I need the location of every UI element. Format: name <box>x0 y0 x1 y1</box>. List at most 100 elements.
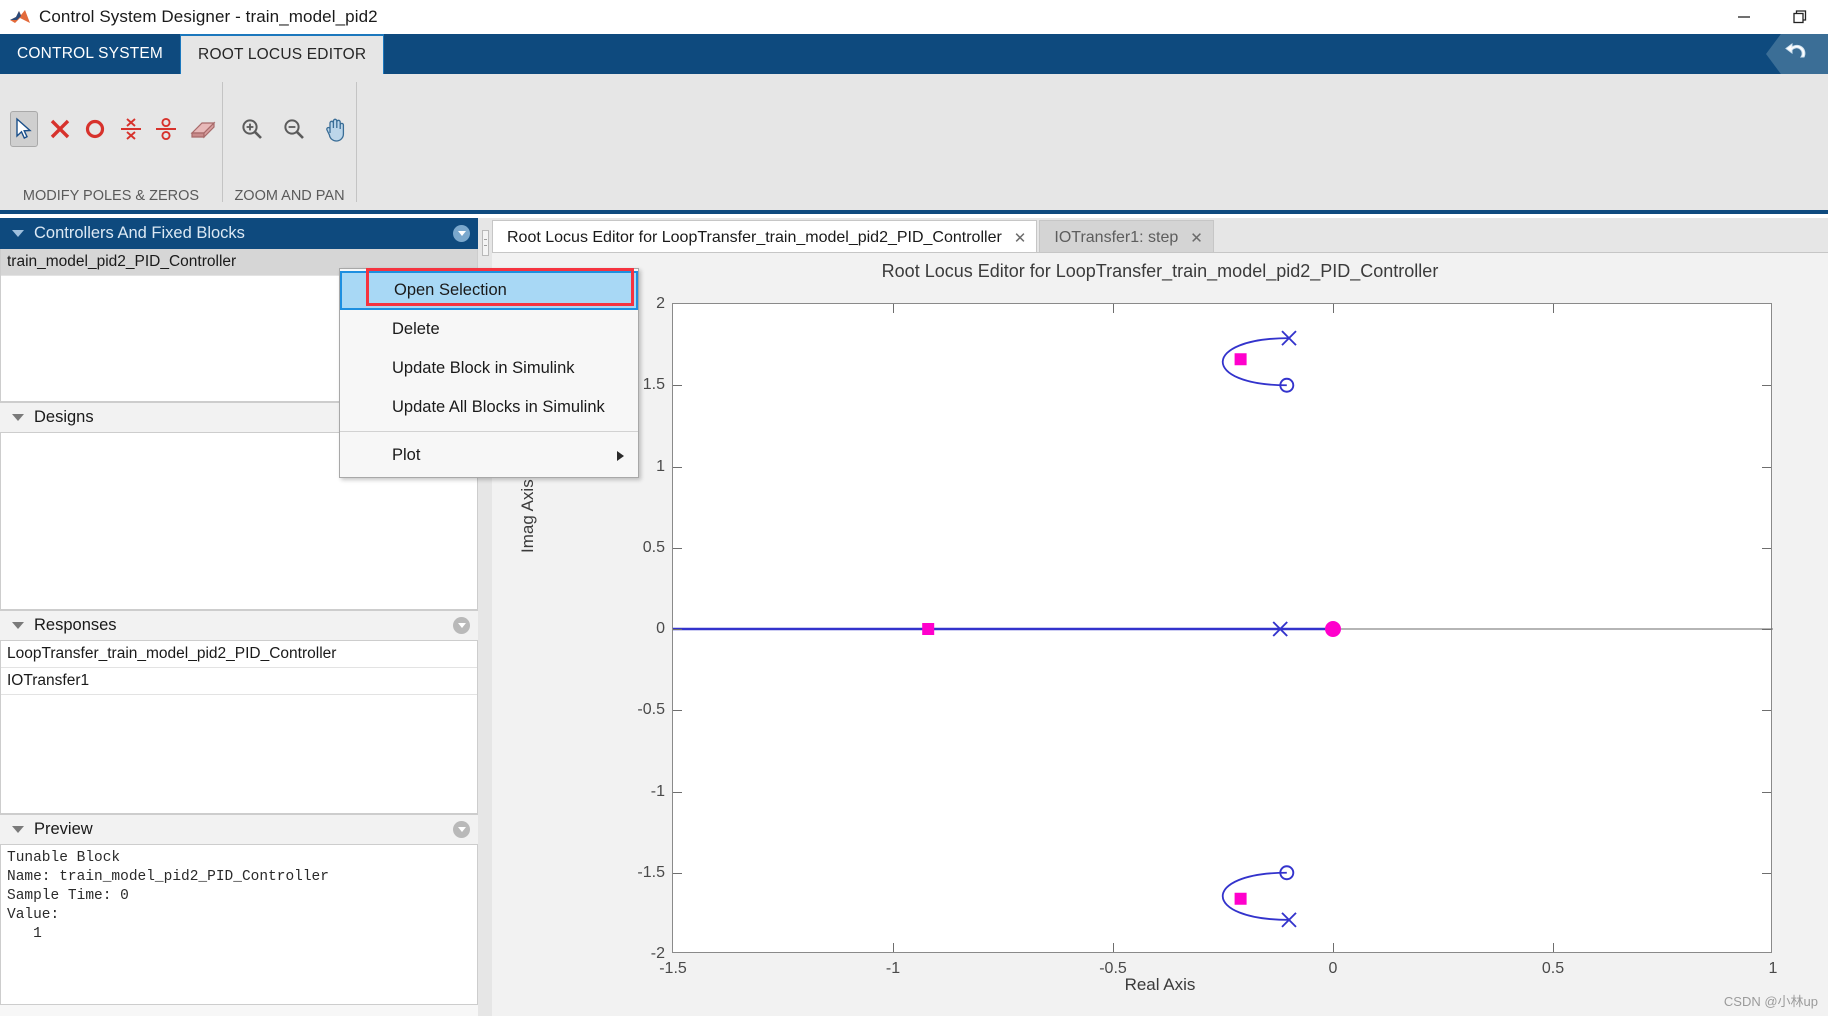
y-axis-tick-mark <box>1762 547 1771 549</box>
menu-item-label: Delete <box>392 320 440 338</box>
menu-separator <box>340 431 638 432</box>
menu-item-plot[interactable]: Plot <box>340 436 638 475</box>
close-icon[interactable]: ✕ <box>1014 229 1027 247</box>
ribbon-toolbar: MODIFY POLES & ZEROS ZOOM AND PAN <box>0 74 1828 214</box>
y-axis-tick-mark <box>1762 791 1771 793</box>
x-axis-tick-label: -0.5 <box>1099 960 1127 977</box>
ribbon-group-zoom-and-pan: ZOOM AND PAN <box>223 74 356 210</box>
window-titlebar: Control System Designer - train_model_pi… <box>0 0 1828 34</box>
y-axis-tick-mark <box>1762 872 1771 874</box>
ribbon-tabstrip: CONTROL SYSTEM ROOT LOCUS EDITOR <box>0 34 1828 74</box>
add-real-pole-icon[interactable] <box>46 111 74 147</box>
x-axis-tick-label: -1 <box>885 960 901 977</box>
menu-item-open-selection[interactable]: Open Selection <box>340 271 638 310</box>
ribbon-group-label-modify: MODIFY POLES & ZEROS <box>22 188 200 204</box>
closed-loop-pole-marker <box>1234 892 1247 905</box>
section-header-controllers[interactable]: Controllers And Fixed Blocks <box>0 218 478 249</box>
pointer-arrow-icon[interactable] <box>10 111 38 147</box>
y-axis-label: Imag Axis <box>518 479 537 553</box>
y-axis-tick-label: -1.5 <box>637 863 665 881</box>
eraser-delete-icon[interactable] <box>188 111 218 147</box>
x-axis-tick-mark <box>1113 304 1114 313</box>
section-title-responses: Responses <box>34 616 117 634</box>
y-axis-tick-mark <box>1762 710 1771 712</box>
y-axis-tick-label: 1.5 <box>642 376 665 394</box>
menu-item-label: Update All Blocks in Simulink <box>392 398 605 416</box>
x-axis-tick-mark <box>893 304 894 313</box>
x-axis-label: Real Axis <box>1124 975 1196 994</box>
closed-loop-pole-marker <box>1234 353 1247 366</box>
integrator-pole-marker <box>1325 621 1341 637</box>
plot-title: Root Locus Editor for LoopTransfer_train… <box>881 261 1439 281</box>
section-header-preview[interactable]: Preview <box>0 814 478 845</box>
collapse-caret-icon[interactable] <box>12 622 24 629</box>
add-complex-zero-pair-icon[interactable] <box>152 111 180 147</box>
y-axis-tick-mark <box>673 385 682 387</box>
x-axis-tick-label: -1.5 <box>659 960 687 977</box>
y-axis-tick-mark <box>673 629 682 630</box>
close-icon[interactable]: ✕ <box>1190 229 1203 247</box>
x-axis-tick-mark <box>1553 943 1554 952</box>
x-axis-tick-mark <box>1333 304 1334 313</box>
x-axis-tick-label: 0.5 <box>1541 960 1565 977</box>
submenu-arrow-icon <box>617 450 624 461</box>
responses-list[interactable]: LoopTransfer_train_model_pid2_PID_Contro… <box>0 641 478 814</box>
zoom-out-icon[interactable] <box>277 111 311 147</box>
y-axis-tick-mark <box>673 710 682 712</box>
ribbon-group-modify-poles-zeros: MODIFY POLES & ZEROS <box>0 74 222 210</box>
tab-root-locus-editor[interactable]: ROOT LOCUS EDITOR <box>180 34 385 74</box>
menu-item-label: Plot <box>392 446 421 464</box>
tab-control-system[interactable]: CONTROL SYSTEM <box>0 34 180 74</box>
ribbon-group-divider-2 <box>356 82 357 202</box>
section-header-responses[interactable]: Responses <box>0 610 478 641</box>
add-complex-pole-pair-icon[interactable] <box>117 111 145 147</box>
closed-loop-pole-marker <box>922 623 935 635</box>
x-axis-tick-label: 0 <box>1328 960 1338 977</box>
menu-item-label: Update Block in Simulink <box>392 359 575 377</box>
add-real-zero-icon[interactable] <box>81 111 109 147</box>
splitter-grip-icon[interactable] <box>482 230 489 256</box>
y-axis-tick-label: 1 <box>656 457 665 475</box>
collapse-caret-icon[interactable] <box>12 826 24 833</box>
y-axis-tick-mark <box>1762 629 1771 630</box>
y-axis-tick-label: -0.5 <box>637 701 665 719</box>
restore-maximize-button[interactable] <box>1772 0 1828 34</box>
y-axis-tick-mark <box>673 791 682 793</box>
y-axis-tick-label: 0.5 <box>642 538 665 556</box>
undo-arrow-icon <box>1783 40 1811 69</box>
y-axis-tick-mark <box>673 466 682 468</box>
document-tabstrip: Root Locus Editor for LoopTransfer_train… <box>492 218 1828 254</box>
zoom-in-icon[interactable] <box>235 111 269 147</box>
section-title-controllers: Controllers And Fixed Blocks <box>34 224 245 242</box>
y-axis-tick-mark <box>1762 466 1771 468</box>
collapse-caret-icon[interactable] <box>12 414 24 421</box>
doc-tab-label: IOTransfer1: step <box>1054 228 1179 246</box>
menu-item-delete[interactable]: Delete <box>340 310 638 349</box>
window-title: Control System Designer - train_model_pi… <box>39 7 378 26</box>
minimize-button[interactable] <box>1716 0 1772 34</box>
y-axis-tick-label: 0 <box>656 620 665 637</box>
collapse-caret-icon[interactable] <box>12 230 24 237</box>
locus-branch <box>1222 337 1290 387</box>
list-item[interactable]: IOTransfer1 <box>1 668 477 695</box>
x-axis-tick-mark <box>893 943 894 952</box>
y-axis-tick-mark <box>1762 385 1771 387</box>
undo-button[interactable] <box>1766 34 1828 74</box>
x-axis-tick-mark <box>1333 943 1334 952</box>
menu-item-update-block-in-simulink[interactable]: Update Block in Simulink <box>340 349 638 388</box>
y-axis-tick-mark <box>673 547 682 549</box>
controllers-menu-icon[interactable] <box>453 225 470 242</box>
pan-hand-icon[interactable] <box>318 111 352 147</box>
preview-menu-icon[interactable] <box>453 821 470 838</box>
context-menu[interactable]: Open Selection Delete Update Block in Simu… <box>339 268 639 478</box>
list-item[interactable]: LoopTransfer_train_model_pid2_PID_Contro… <box>1 641 477 668</box>
plot-axes[interactable]: -2 -1.5 -1 -0.5 0 0.5 1 1.5 2 -1.5 -1 -0.5 0 0.5 1 <box>637 295 1777 977</box>
responses-menu-icon[interactable] <box>453 617 470 634</box>
doc-tab-label: Root Locus Editor for LoopTransfer_train… <box>507 228 1002 246</box>
ribbon-right-area <box>1766 34 1828 74</box>
doc-tab-root-locus[interactable]: Root Locus Editor for LoopTransfer_train… <box>492 220 1038 254</box>
section-title-preview: Preview <box>34 820 93 838</box>
doc-tab-iotransfer1-step[interactable]: IOTransfer1: step ✕ <box>1039 220 1214 254</box>
matlab-logo-icon <box>9 7 31 27</box>
menu-item-update-all-blocks-in-simulink[interactable]: Update All Blocks in Simulink <box>340 388 638 427</box>
